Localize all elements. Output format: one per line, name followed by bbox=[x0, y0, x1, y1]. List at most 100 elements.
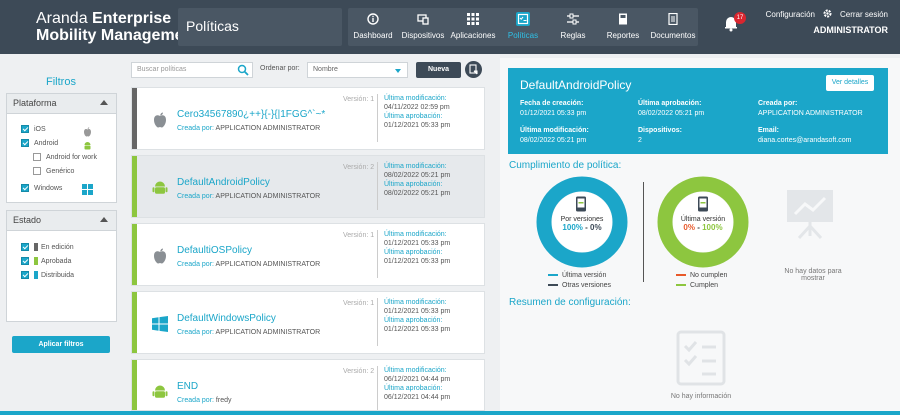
filter-state-distributed[interactable]: Distribuida bbox=[21, 271, 74, 279]
nav-policies[interactable]: Políticas bbox=[498, 8, 548, 46]
policy-name[interactable]: DefaultWindowsPolicy bbox=[177, 313, 276, 324]
state-swatch bbox=[34, 271, 38, 279]
field-value: 2 bbox=[638, 137, 642, 144]
policy-card[interactable]: DefaultWindowsPolicy Creada por: APPLICA… bbox=[131, 291, 485, 354]
export-button[interactable] bbox=[465, 61, 482, 78]
nav-dashboard[interactable]: Dashboard bbox=[348, 8, 398, 46]
detail-last-modified: Última modificación: 08/02/2022 05:21 pm bbox=[520, 126, 589, 146]
policy-card[interactable]: END Creada por: fredy Versión: 2 Última … bbox=[131, 359, 485, 411]
phone-icon bbox=[697, 196, 709, 217]
android-icon bbox=[152, 180, 168, 196]
approved-key: Última aprobación: bbox=[384, 317, 443, 324]
version-value: 1 bbox=[370, 300, 375, 307]
approved-key: Última aprobación: bbox=[384, 113, 443, 120]
filters-title: Filtros bbox=[46, 76, 76, 88]
main-nav: Dashboard Dispositivos Aplicaciones Polí… bbox=[348, 8, 698, 46]
state-bar bbox=[132, 88, 137, 149]
nav-reports[interactable]: Reportes bbox=[598, 8, 648, 46]
checkbox[interactable] bbox=[33, 153, 41, 161]
checkbox[interactable] bbox=[21, 184, 29, 192]
filter-windows[interactable]: Windows bbox=[21, 184, 62, 192]
view-details-button[interactable]: Ver detalles bbox=[826, 75, 874, 91]
filter-state-editing[interactable]: En edición bbox=[21, 243, 74, 251]
creator-value: APPLICATION ADMINISTRATOR bbox=[215, 261, 321, 268]
version-value: 2 bbox=[370, 164, 375, 171]
policy-card[interactable]: DefaultiOSPolicy Creada por: APPLICATION… bbox=[131, 223, 485, 286]
username: ADMINISTRATOR bbox=[813, 25, 888, 35]
search-icon[interactable] bbox=[237, 64, 249, 76]
nav-documents[interactable]: Documentos bbox=[648, 8, 698, 46]
policy-dates: Última modificación: 01/12/2021 05:33 pm… bbox=[377, 230, 450, 278]
version-key: Versión: bbox=[343, 164, 369, 171]
field-key: Fecha de creación: bbox=[520, 100, 584, 107]
sort-label: Ordenar por: bbox=[260, 65, 300, 72]
brand-line1: Aranda bbox=[36, 10, 93, 27]
divider bbox=[643, 182, 644, 282]
field-key: Última modificación: bbox=[520, 127, 589, 134]
collapse-icon[interactable] bbox=[100, 100, 108, 105]
option-label: iOS bbox=[34, 125, 46, 133]
panel-title: Plataforma bbox=[13, 98, 57, 108]
modified-key: Última modificación: bbox=[384, 231, 447, 238]
policy-creator: Creada por: APPLICATION ADMINISTRATOR bbox=[177, 193, 320, 200]
policy-name[interactable]: DefaultAndroidPolicy bbox=[177, 177, 270, 188]
policy-name[interactable]: DefaultiOSPolicy bbox=[177, 245, 252, 256]
modified-key: Última modificación: bbox=[384, 367, 447, 374]
pct-sep: - bbox=[582, 223, 590, 232]
filter-state-approved[interactable]: Aprobada bbox=[21, 257, 71, 265]
state-bar bbox=[132, 156, 137, 217]
state-filter-header[interactable]: Estado bbox=[7, 211, 116, 231]
brand-logo: Aranda Enterprise Mobility Management bbox=[36, 10, 199, 44]
modified-key: Última modificación: bbox=[384, 299, 447, 306]
creator-value: APPLICATION ADMINISTRATOR bbox=[215, 193, 321, 200]
policy-card-selected[interactable]: DefaultAndroidPolicy Creada por: APPLICA… bbox=[131, 155, 485, 218]
nav-applications[interactable]: Aplicaciones bbox=[448, 8, 498, 46]
apply-filters-button[interactable]: Aplicar filtros bbox=[12, 336, 110, 353]
legend-label: Cumplen bbox=[690, 282, 719, 289]
logout-link[interactable]: Cerrar sesión bbox=[840, 10, 888, 19]
policy-name[interactable]: END bbox=[177, 381, 198, 392]
checkbox[interactable] bbox=[21, 139, 29, 147]
option-label: Android for work bbox=[46, 153, 97, 161]
config-link[interactable]: Configuración bbox=[766, 10, 815, 19]
policy-dates: Última modificación: 04/11/2022 02:59 pm… bbox=[377, 94, 450, 142]
windows-icon bbox=[82, 182, 93, 200]
policy-dates: Última modificación: 01/12/2021 05:33 pm… bbox=[377, 298, 450, 346]
filter-android-for-work[interactable]: Android for work bbox=[33, 153, 97, 161]
filter-generic[interactable]: Genérico bbox=[33, 167, 74, 175]
collapse-icon[interactable] bbox=[100, 217, 108, 222]
gear-icon[interactable] bbox=[823, 9, 832, 20]
platform-filter-header[interactable]: Plataforma bbox=[7, 94, 116, 114]
filter-android[interactable]: Android bbox=[21, 139, 58, 147]
field-value: 08/02/2022 05:21 pm bbox=[638, 110, 705, 117]
detail-devices: Dispositivos: 2 bbox=[638, 126, 682, 146]
legend-item: No cumplen bbox=[676, 271, 727, 281]
search-input[interactable]: Buscar políticas bbox=[131, 62, 253, 78]
checkbox[interactable] bbox=[21, 257, 29, 265]
policy-card[interactable]: Cero34567890¿++}{-}{|1FGG^`~* Creada por… bbox=[131, 87, 485, 150]
state-swatch bbox=[34, 243, 38, 251]
android-icon bbox=[152, 384, 168, 400]
sort-value: Nombre bbox=[313, 66, 338, 73]
sort-select[interactable]: Nombre bbox=[307, 62, 408, 78]
field-key: Creada por: bbox=[758, 100, 798, 107]
checkbox[interactable] bbox=[21, 271, 29, 279]
version-value: 1 bbox=[370, 232, 375, 239]
checkbox[interactable] bbox=[21, 125, 29, 133]
new-policy-button[interactable]: Nueva bbox=[416, 62, 461, 78]
app-header: Aranda Enterprise Mobility Management Po… bbox=[0, 0, 900, 54]
nav-label: Dispositivos bbox=[401, 31, 445, 40]
nav-devices[interactable]: Dispositivos bbox=[398, 8, 448, 46]
platform-filter-panel: Plataforma iOS Android Android for work … bbox=[6, 93, 117, 203]
donut-percentages: 0% - 100% bbox=[667, 223, 739, 232]
policy-name[interactable]: Cero34567890¿++}{-}{|1FGG^`~* bbox=[177, 109, 325, 120]
field-value: APPLICATION ADMINISTRATOR bbox=[758, 110, 863, 117]
filter-ios[interactable]: iOS bbox=[21, 125, 46, 133]
creator-value: APPLICATION ADMINISTRATOR bbox=[215, 125, 321, 132]
checkbox[interactable] bbox=[21, 243, 29, 251]
nav-rules[interactable]: Reglas bbox=[548, 8, 598, 46]
checkbox[interactable] bbox=[33, 167, 41, 175]
modified-value: 06/12/2021 04:44 pm bbox=[384, 376, 451, 383]
policy-creator: Creada por: APPLICATION ADMINISTRATOR bbox=[177, 261, 320, 268]
approved-key: Última aprobación: bbox=[384, 181, 443, 188]
